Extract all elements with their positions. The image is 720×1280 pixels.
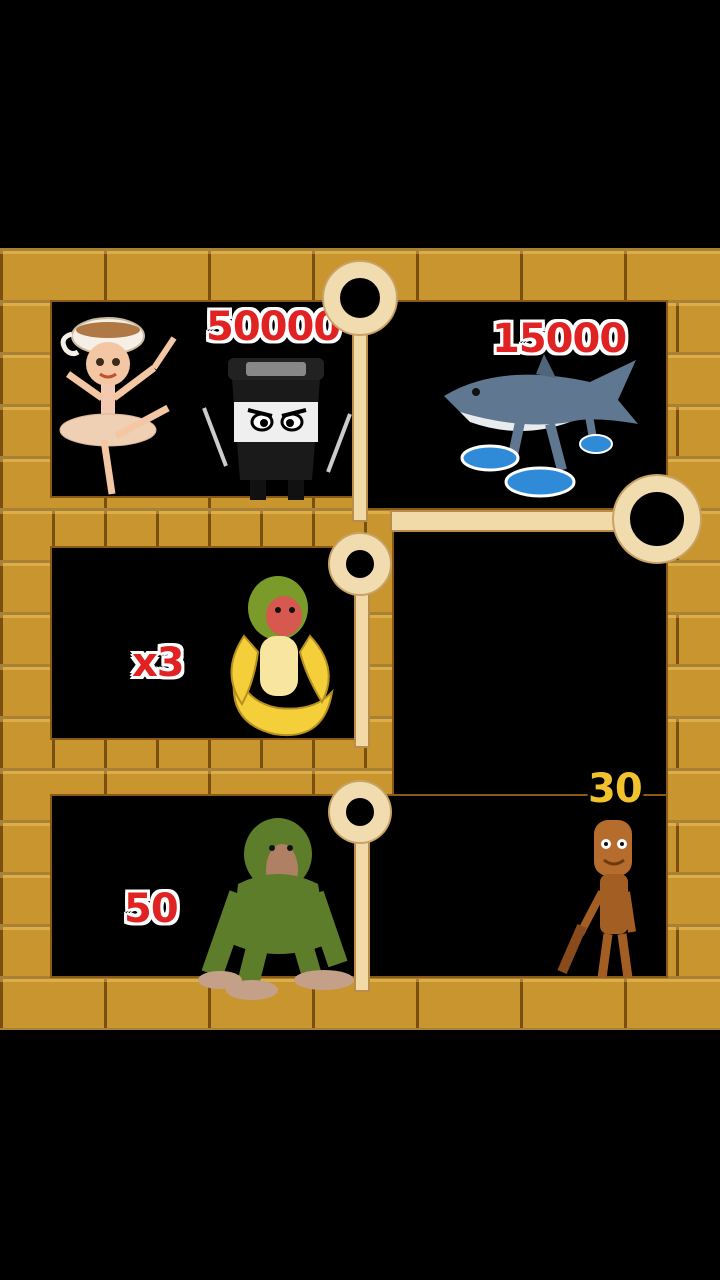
score-bottom-right: 30 [588,766,643,812]
score-top-right: 15000 [492,316,627,362]
score-middle-left: x3 [132,640,185,686]
pin-handle-bottom[interactable] [330,782,390,842]
pin-handle-top[interactable] [324,262,396,334]
score-bottom-left: 50 [124,886,179,932]
mossy-ape-character[interactable] [198,814,362,1000]
wooden-figure-with-bat-character[interactable] [556,816,646,986]
ballerina-cappuccina-character[interactable] [56,312,186,502]
pin-bar-bottom-vertical[interactable] [354,824,370,992]
pin-bar-middle-vertical[interactable] [354,572,370,748]
shark-with-sneakers-character[interactable] [440,352,650,507]
ninja-coffee-cup-character[interactable] [198,348,358,508]
pin-handle-right[interactable] [614,476,700,562]
pin-bar-horizontal[interactable] [390,510,644,532]
monkey-in-banana-character[interactable] [214,572,344,742]
pin-handle-middle[interactable] [330,534,390,594]
score-top-left: 50000 [206,304,341,350]
